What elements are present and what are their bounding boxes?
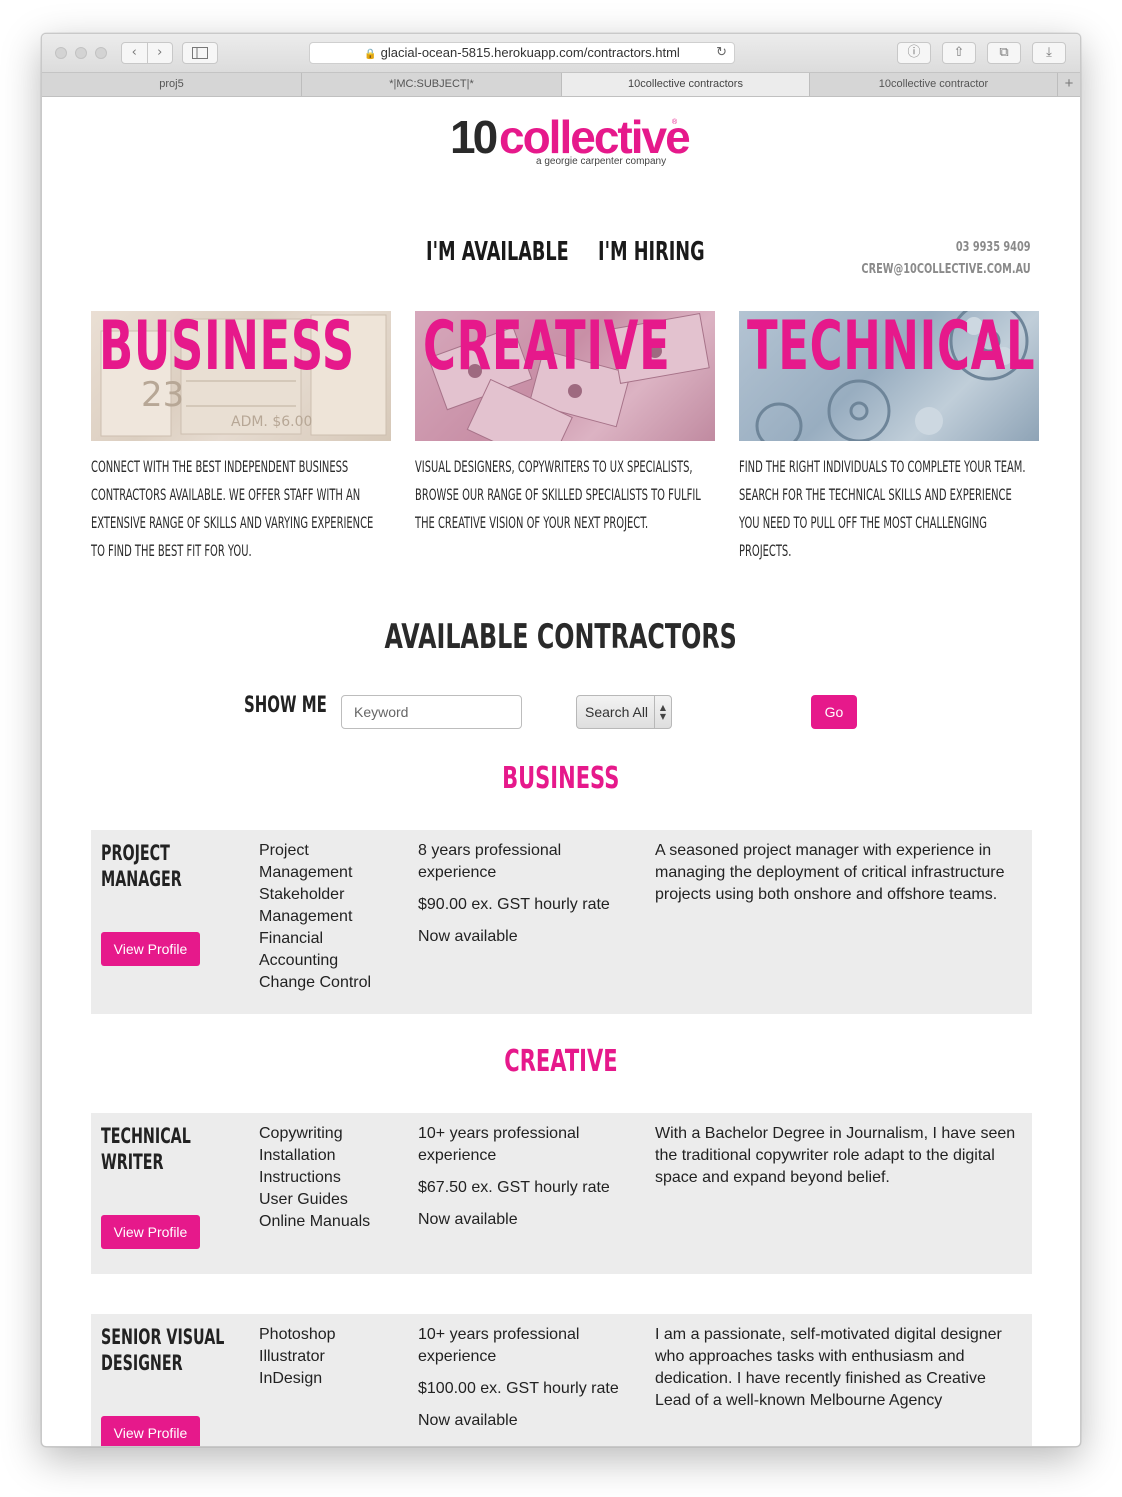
new-tab-icon[interactable]: + (1058, 73, 1080, 96)
nav-im-available[interactable]: I'M AVAILABLE (426, 237, 569, 267)
zoom-window-button[interactable] (95, 47, 107, 59)
tab-bar: proj5 *|MC:SUBJECT|* 10collective contra… (42, 73, 1080, 97)
category-title-creative: CREATIVE (423, 311, 671, 386)
category-tile-business[interactable]: 23 ADM. $6.00 BUSINESS (91, 311, 391, 441)
logo-number: 10 (450, 111, 498, 163)
available-contractors-heading: AVAILABLE CONTRACTORS (42, 617, 1080, 657)
tab-proj5[interactable]: proj5 (42, 73, 302, 96)
share-icon[interactable]: ⇧ (942, 42, 976, 64)
skill-item: Copywriting (259, 1125, 343, 1142)
skill-item: Photoshop (259, 1326, 336, 1343)
category-desc-technical: FIND THE RIGHT INDIVIDUALS TO COMPLETE Y… (739, 453, 1039, 565)
sidebar-toggle-icon[interactable] (182, 42, 218, 64)
available-contractors-title: AVAILABLE CONTRACTORS (384, 617, 738, 657)
skill-item: User Guides (259, 1191, 348, 1208)
contractor-role: SENIOR VISUAL DESIGNER (101, 1325, 225, 1375)
skill-item: Change Control (259, 974, 372, 991)
skill-item: Stakeholder Management (259, 886, 353, 925)
tab-contractors-active[interactable]: 10collective contractors (562, 73, 810, 96)
skill-item: Project Management (259, 842, 353, 881)
category-desc-business: CONNECT WITH THE BEST INDEPENDENT BUSINE… (91, 453, 391, 565)
contractor-availability: Now available (418, 1412, 518, 1429)
section-title-creative: CREATIVE (504, 1044, 618, 1079)
address-bar[interactable]: 🔒 glacial-ocean-5815.herokuapp.com/contra… (309, 42, 735, 64)
logo-wordmark: collective (499, 111, 691, 163)
browser-toolbar: ‹ › 🔒 glacial-ocean-5815.herokuapp.com/co… (42, 34, 1080, 73)
contractor-availability: Now available (418, 928, 518, 945)
download-icon[interactable]: ⤓ (1032, 42, 1066, 64)
section-title-business: BUSINESS (502, 761, 620, 796)
contractor-meta: 10+ years professional experience $100.0… (418, 1324, 633, 1442)
go-button[interactable]: Go (811, 695, 857, 729)
svg-text:ADM. $6.00: ADM. $6.00 (231, 414, 312, 430)
category-tile-creative[interactable]: CREATIVE (415, 311, 715, 441)
forward-icon[interactable]: › (148, 43, 173, 63)
category-select-value: Search All (585, 704, 649, 720)
logo-tagline: a georgie carpenter company (536, 156, 667, 167)
section-heading-creative: CREATIVE (42, 1044, 1080, 1079)
view-profile-button[interactable]: View Profile (101, 1215, 200, 1249)
keyword-input[interactable] (341, 695, 522, 729)
contractor-card-senior-visual-designer: SENIOR VISUAL DESIGNER View Profile Phot… (91, 1314, 1032, 1446)
contractor-bio: I am a passionate, self-motivated digita… (655, 1326, 1002, 1409)
contractor-skills: Photoshop Illustrator InDesign (259, 1324, 399, 1390)
category-desc-business-text: CONNECT WITH THE BEST INDEPENDENT BUSINE… (91, 457, 374, 560)
category-tile-technical[interactable]: TECHNICAL (739, 311, 1039, 441)
contractor-meta: 8 years professional experience $90.00 e… (418, 840, 633, 958)
back-icon[interactable]: ‹ (122, 43, 148, 63)
contractor-card-project-manager: PROJECT MANAGER View Profile Project Man… (91, 830, 1032, 1014)
close-window-button[interactable] (55, 47, 67, 59)
logo-registered-mark: ® (672, 119, 678, 126)
skill-item: Online Manuals (259, 1213, 371, 1230)
contractor-experience: 8 years professional experience (418, 842, 562, 881)
skill-item: Illustrator (259, 1348, 325, 1365)
tabs-overview-icon[interactable]: ⧉ (987, 42, 1021, 64)
category-select[interactable]: Search All ▲ ▼ (576, 695, 672, 729)
contractor-availability: Now available (418, 1211, 518, 1228)
reload-icon[interactable]: ↻ (716, 43, 727, 63)
contractor-rate: $67.50 ex. GST hourly rate (418, 1179, 610, 1196)
contractor-rate: $100.00 ex. GST hourly rate (418, 1380, 619, 1397)
contractor-skills: Project Management Stakeholder Managemen… (259, 840, 399, 994)
contact-phone[interactable]: 03 9935 9409 (956, 240, 1031, 255)
lock-icon: 🔒 (364, 49, 377, 60)
section-heading-business: BUSINESS (42, 761, 1080, 796)
minimize-window-button[interactable] (75, 47, 87, 59)
view-profile-button[interactable]: View Profile (101, 932, 200, 966)
history-nav: ‹ › (121, 42, 173, 64)
contractor-card-technical-writer: TECHNICAL WRITER View Profile Copywritin… (91, 1113, 1032, 1274)
skill-item: Installation Instructions (259, 1147, 341, 1186)
select-arrows-icon: ▲ ▼ (654, 696, 671, 728)
contact-email[interactable]: CREW@10COLLECTIVE.COM.AU (862, 262, 1031, 277)
contractor-experience: 10+ years professional experience (418, 1125, 580, 1164)
contractor-role: TECHNICAL WRITER (101, 1124, 191, 1174)
category-title-technical: TECHNICAL (747, 311, 1036, 386)
nav-im-hiring[interactable]: I'M HIRING (598, 237, 705, 267)
tab-contractor[interactable]: 10collective contractor (810, 73, 1058, 96)
contractor-rate: $90.00 ex. GST hourly rate (418, 896, 610, 913)
category-desc-creative: VISUAL DESIGNERS, COPYWRITERS TO UX SPEC… (415, 453, 715, 537)
contractor-bio: With a Bachelor Degree in Journalism, I … (655, 1125, 1016, 1186)
show-me-label: SHOW ME (244, 693, 327, 718)
site-logo[interactable]: 10 collective ® a georgie carpenter comp… (450, 111, 691, 167)
skill-item: InDesign (259, 1370, 323, 1387)
contractor-skills: Copywriting Installation Instructions Us… (259, 1123, 399, 1233)
contractor-bio: A seasoned project manager with experien… (655, 842, 1005, 903)
category-desc-creative-text: VISUAL DESIGNERS, COPYWRITERS TO UX SPEC… (415, 457, 701, 532)
info-icon[interactable]: ⓘ (897, 42, 931, 64)
browser-window: ‹ › 🔒 glacial-ocean-5815.herokuapp.com/co… (41, 33, 1081, 1447)
contractor-role: PROJECT MANAGER (101, 841, 182, 891)
tab-mc-subject[interactable]: *|MC:SUBJECT|* (302, 73, 562, 96)
view-profile-button[interactable]: View Profile (101, 1416, 200, 1446)
url-text: glacial-ocean-5815.herokuapp.com/contrac… (380, 45, 680, 60)
category-desc-technical-text: FIND THE RIGHT INDIVIDUALS TO COMPLETE Y… (739, 457, 1026, 560)
category-title-business: BUSINESS (99, 311, 355, 386)
contractor-experience: 10+ years professional experience (418, 1326, 580, 1365)
skill-item: Financial Accounting (259, 930, 339, 969)
contractor-meta: 10+ years professional experience $67.50… (418, 1123, 633, 1241)
